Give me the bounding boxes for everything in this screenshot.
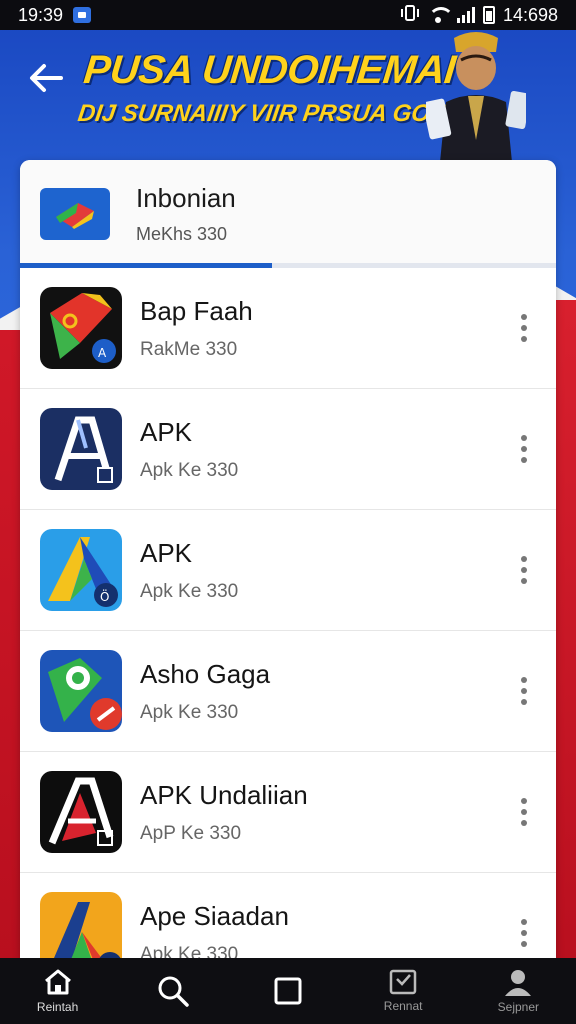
- header-title: Inbonian: [136, 183, 236, 213]
- more-options-button[interactable]: [512, 550, 536, 590]
- app-icon: [40, 892, 122, 960]
- app-list-card: Inbonian MeKhs 330 A Bap Faah RakMe 330 …: [20, 160, 556, 960]
- nav-profile-label: Sejpner: [497, 1000, 540, 1014]
- svg-text:A: A: [98, 346, 107, 360]
- banner-title: PUSA UNDOIHEMAI: [81, 48, 458, 92]
- list-item[interactable]: Ö APK Apk Ke 330: [20, 510, 556, 631]
- more-options-button[interactable]: [512, 429, 536, 469]
- nav-home-label: Reintah: [36, 1000, 79, 1014]
- list-item[interactable]: Asho Gaga Apk Ke 330: [20, 631, 556, 752]
- header-subtitle: MeKhs 330: [136, 224, 228, 244]
- home-icon: [44, 969, 71, 995]
- app-subtitle: Apk Ke 330: [140, 459, 239, 481]
- more-options-button[interactable]: [512, 913, 536, 953]
- back-button[interactable]: [26, 58, 66, 98]
- nav-profile[interactable]: Sejpner: [468, 958, 568, 1024]
- list-item[interactable]: Ape Siaadan Apk Ke 330: [20, 873, 556, 960]
- inbox-icon: [389, 969, 417, 995]
- wifi-icon: [427, 7, 454, 23]
- arrow-left-icon: [30, 64, 63, 92]
- list-item[interactable]: APK Apk Ke 330: [20, 389, 556, 510]
- square-icon: [274, 977, 302, 1005]
- app-icon: [40, 408, 122, 490]
- list-item[interactable]: A Bap Faah RakMe 330: [20, 268, 556, 389]
- status-right-text: 14:698: [502, 4, 558, 25]
- nav-inbox-label: Rennat: [383, 999, 423, 1013]
- app-icon: [40, 771, 122, 853]
- app-name: Bap Faah: [140, 295, 253, 326]
- status-time: 19:39: [18, 4, 64, 25]
- app-name: Asho Gaga: [140, 658, 271, 689]
- app-name: APK Undaliian: [140, 779, 308, 810]
- bottom-nav: Reintah Rennat Sejpner: [0, 958, 576, 1024]
- notification-app-icon: [73, 7, 92, 23]
- nav-search[interactable]: [123, 958, 223, 1024]
- header-row[interactable]: Inbonian MeKhs 330: [20, 160, 556, 268]
- more-options-button[interactable]: [512, 308, 536, 348]
- app-name: Ape Siaadan: [140, 900, 289, 931]
- promo-banner: PUSA UNDOIHEMAI DIJ SURNAIIIY VIIR PRSUA…: [0, 30, 576, 162]
- banner-person-illustration: [426, 32, 526, 162]
- app-icon: Ö: [40, 529, 122, 611]
- app-icon: A: [40, 287, 122, 369]
- app-name: APK: [140, 537, 193, 568]
- signal-icon: [456, 7, 475, 23]
- nav-recents[interactable]: [238, 958, 338, 1024]
- more-options-button[interactable]: [512, 792, 536, 832]
- app-subtitle: RakMe 330: [140, 338, 238, 360]
- status-bar: 19:39 14:698: [0, 0, 576, 30]
- nav-inbox[interactable]: Rennat: [353, 958, 453, 1024]
- app-logo-icon: [40, 188, 110, 240]
- list-item[interactable]: APK Undaliian ApP Ke 330: [20, 752, 556, 873]
- search-icon: [158, 976, 189, 1007]
- nav-home[interactable]: Reintah: [8, 958, 108, 1024]
- profile-icon: [505, 970, 532, 996]
- battery-icon: [482, 6, 495, 24]
- app-name: APK: [140, 416, 193, 447]
- app-subtitle: ApP Ke 330: [140, 822, 242, 844]
- svg-text:Ö: Ö: [100, 588, 109, 604]
- app-subtitle: Apk Ke 330: [140, 701, 239, 723]
- app-list: A Bap Faah RakMe 330 APK Apk Ke 330 Ö AP…: [20, 268, 556, 960]
- app-icon: [40, 650, 122, 732]
- more-options-button[interactable]: [512, 671, 536, 711]
- app-subtitle: Apk Ke 330: [140, 580, 239, 602]
- vibrate-icon: [400, 4, 419, 26]
